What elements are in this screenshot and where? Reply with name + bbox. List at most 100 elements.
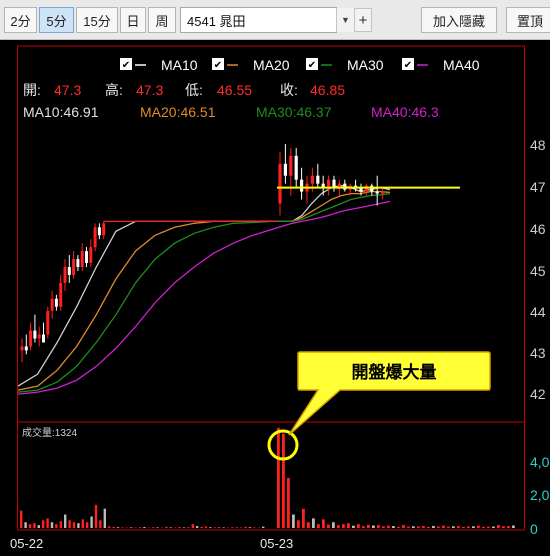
volume-bar (402, 525, 405, 528)
ohlc-info: 開: 47.3 高: 47.3 低: 46.55 收: 46.85 (23, 82, 345, 98)
candle-body (67, 267, 71, 275)
candle-body (316, 175, 320, 184)
volume-bar (477, 525, 480, 528)
ma20-value: MA20:46.51 (140, 104, 216, 120)
volume-bar (59, 521, 62, 528)
volume-tick-4000: 4,0 (530, 454, 550, 470)
symbol-input[interactable] (180, 7, 337, 33)
price-tick-46: 46 (530, 221, 546, 237)
volume-tick-0: 0 (530, 521, 538, 537)
volume-bar (447, 526, 450, 528)
volume-bar (282, 433, 285, 528)
toolbar: 2分 5分 15分 日 周 ▼ + 加入隱藏 置頂 (0, 0, 550, 40)
volume-bar (507, 526, 510, 528)
volume-label: 成交量:1324 (22, 426, 77, 439)
volume-bar (482, 526, 485, 528)
candle-body (93, 227, 97, 248)
volume-bar (487, 526, 490, 528)
plus-icon[interactable]: + (354, 8, 372, 32)
volume-bar (322, 519, 325, 528)
volume-bar (347, 523, 350, 528)
legend-label-ma40: MA40 (443, 57, 480, 73)
candle-body (85, 251, 88, 264)
price-tick-45: 45 (530, 263, 546, 279)
volume-bar (165, 526, 168, 528)
volume-bar (86, 522, 89, 528)
volume-bar (452, 526, 455, 528)
pin-top-button[interactable]: 置頂 (506, 7, 550, 33)
volume-bar (512, 525, 515, 528)
period-15min-button[interactable]: 15分 (76, 7, 118, 33)
ma30-value: MA30:46.37 (256, 104, 332, 120)
volume-bar (307, 522, 310, 528)
candle-body (294, 155, 298, 180)
high-label: 高: (105, 82, 123, 98)
volume-bar (116, 527, 120, 528)
candle-body (381, 191, 385, 194)
volume-bar (191, 524, 194, 528)
volume-bar (72, 522, 76, 528)
volume-bar (292, 514, 295, 528)
volume-bar (112, 526, 115, 528)
volume-bar (28, 524, 32, 528)
candle-body (278, 163, 282, 204)
candle-body (29, 330, 33, 347)
period-2min-label: 2分 (10, 13, 31, 29)
pin-top-button-label: 置頂 (516, 13, 543, 29)
volume-bar (99, 520, 102, 528)
candle-body (300, 179, 304, 192)
volume-bar (422, 526, 425, 528)
volume-bar (218, 527, 221, 528)
period-2min-button[interactable]: 2分 (4, 7, 37, 33)
candle-body (37, 334, 41, 339)
volume-bar (332, 522, 335, 528)
volume-bar (297, 520, 300, 528)
volume-bar (50, 522, 54, 528)
candle-body (97, 227, 101, 236)
volume-bar (427, 526, 430, 528)
date-label-0523: 05-23 (260, 536, 293, 551)
volume-bar (178, 527, 181, 528)
candle-body (289, 155, 293, 176)
volume-bar (182, 527, 186, 528)
close-label: 收: (280, 82, 298, 98)
volume-bar (472, 526, 475, 528)
volume-bar (492, 526, 495, 528)
candle-body (89, 247, 93, 264)
volume-bar (382, 526, 385, 528)
date-label-0522: 05-22 (10, 536, 43, 551)
volume-bar (262, 526, 265, 528)
volume-bar (248, 527, 252, 528)
volume-bar (108, 526, 111, 528)
volume-tick-2000: 2,0 (530, 487, 550, 503)
volume-bar (437, 526, 440, 528)
volume-bar (55, 524, 58, 528)
period-week-button[interactable]: 周 (148, 7, 176, 33)
hide-button-label: 加入隱藏 (432, 13, 485, 29)
price-tick-42: 42 (530, 386, 546, 402)
kline-chart: ✔ MA10 ✔ MA20 ✔ MA30 ✔ MA40 開: 47.3 高: 4… (0, 40, 550, 556)
volume-bar (407, 526, 410, 528)
volume-bar (457, 526, 460, 528)
candle-body (24, 346, 28, 351)
volume-bar (502, 526, 505, 528)
volume-bar (442, 525, 445, 528)
period-5min-button[interactable]: 5分 (39, 7, 74, 33)
volume-bar (81, 519, 84, 528)
volume-bar (362, 526, 365, 528)
candle-body (310, 175, 314, 184)
volume-bar (103, 508, 106, 528)
candle-body (332, 179, 336, 188)
volume-bar (277, 427, 280, 528)
volume-bar (64, 514, 67, 528)
volume-bar (397, 526, 400, 528)
volume-bar (412, 526, 415, 528)
hide-button[interactable]: 加入隱藏 (421, 7, 497, 33)
volume-bar (342, 524, 345, 528)
volume-bar (357, 524, 360, 528)
period-day-button[interactable]: 日 (120, 7, 146, 33)
candle-body (59, 282, 63, 307)
volume-bar (372, 525, 375, 528)
chevron-down-icon[interactable]: ▼ (336, 8, 354, 32)
candle-body (20, 346, 24, 351)
